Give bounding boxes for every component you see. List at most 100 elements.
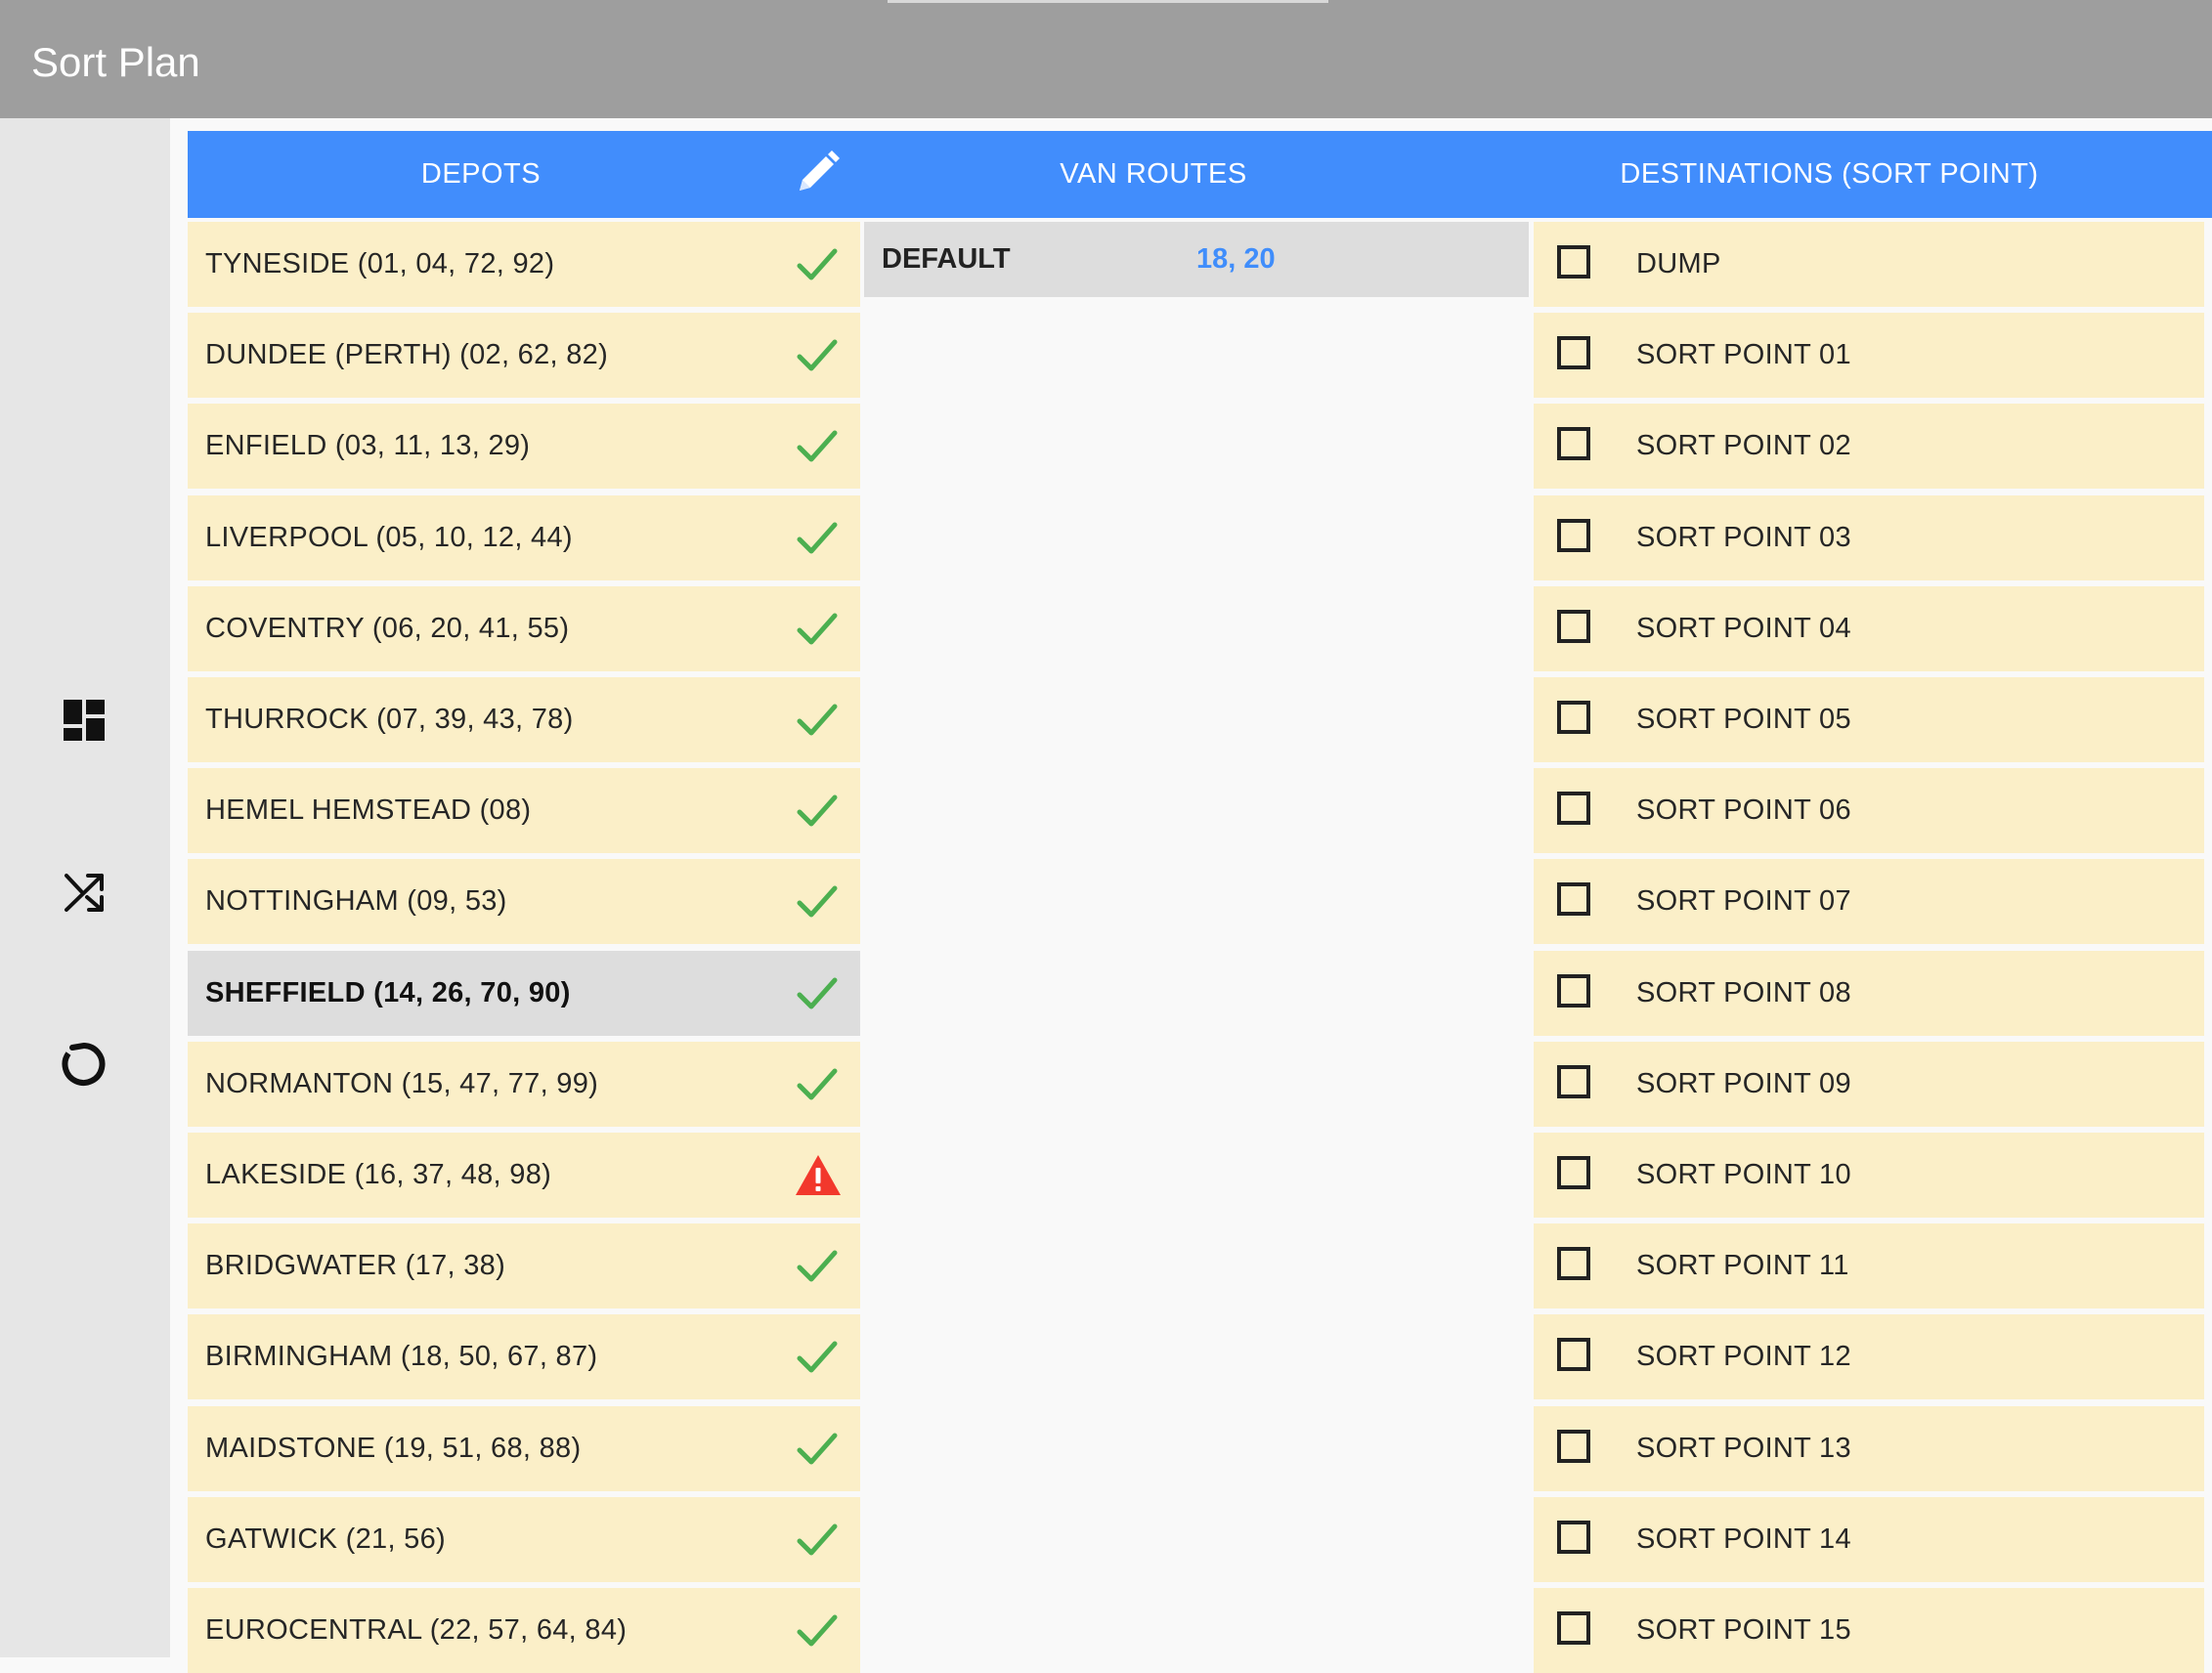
depot-row[interactable]: BRIDGWATER (17, 38) [188,1223,860,1309]
depot-row[interactable]: ENFIELD (03, 11, 13, 29) [188,404,860,490]
window-drag-handle[interactable] [888,0,1328,3]
destination-label: SORT POINT 13 [1636,1432,1851,1464]
checkmark-icon [794,423,841,470]
depot-label: MAIDSTONE (19, 51, 68, 88) [205,1432,582,1464]
destination-label: SORT POINT 04 [1636,612,1851,644]
destination-label: SORT POINT 09 [1636,1067,1851,1099]
depot-label: BRIDGWATER (17, 38) [205,1250,506,1282]
destination-row[interactable]: SORT POINT 01 [1534,313,2204,399]
checkmark-icon [794,1517,841,1564]
header-depots: DEPOTS [188,131,774,218]
checkmark-icon [794,970,841,1017]
warning-icon [794,1152,841,1199]
dashboard-icon[interactable] [59,695,109,746]
destination-label: SORT POINT 15 [1636,1614,1851,1646]
header-destinations: DESTINATIONS (SORT POINT) [1447,131,2212,218]
depot-row[interactable]: LIVERPOOL (05, 10, 12, 44) [188,494,860,580]
depot-row[interactable]: THURROCK (07, 39, 43, 78) [188,677,860,762]
destination-checkbox[interactable] [1557,427,1590,461]
destination-row[interactable]: SORT POINT 14 [1534,1496,2204,1582]
destination-row[interactable]: DUMP [1534,222,2204,307]
destination-label: SORT POINT 12 [1636,1341,1851,1373]
depot-label: TYNESIDE (01, 04, 72, 92) [205,248,555,279]
destination-checkbox[interactable] [1557,518,1590,552]
destination-checkbox[interactable] [1557,1520,1590,1554]
destination-checkbox[interactable] [1557,1338,1590,1372]
checkmark-icon [794,1243,841,1290]
checkmark-icon [794,879,841,925]
depot-label: LAKESIDE (16, 37, 48, 98) [205,1159,552,1190]
app-title: Sort Plan [31,39,200,85]
depot-row[interactable]: SHEFFIELD (14, 26, 70, 90) [188,950,860,1036]
destination-row[interactable]: SORT POINT 10 [1534,1133,2204,1218]
depot-label: SHEFFIELD (14, 26, 70, 90) [205,976,571,1008]
depot-label: EUROCENTRAL (22, 57, 64, 84) [205,1614,628,1646]
checkmark-icon [794,241,841,288]
depot-row[interactable]: DUNDEE (PERTH) (02, 62, 82) [188,313,860,399]
depot-label: HEMEL HEMSTEAD (08) [205,794,532,827]
destination-checkbox[interactable] [1557,609,1590,643]
van-route-row[interactable]: DEFAULT 18, 20 [864,222,1529,297]
destination-checkbox[interactable] [1557,1064,1590,1098]
destination-label: SORT POINT 02 [1636,430,1851,462]
destination-label: SORT POINT 03 [1636,521,1851,553]
van-route-name: DEFAULT [882,243,1011,275]
destination-checkbox[interactable] [1557,1611,1590,1645]
depot-label: ENFIELD (03, 11, 13, 29) [205,430,531,462]
destination-row[interactable]: SORT POINT 07 [1534,859,2204,945]
destination-checkbox[interactable] [1557,1429,1590,1463]
depot-row[interactable]: COVENTRY (06, 20, 41, 55) [188,585,860,671]
depot-label: THURROCK (07, 39, 43, 78) [205,704,574,735]
depot-row[interactable]: EUROCENTRAL (22, 57, 64, 84) [188,1588,860,1673]
destination-label: SORT POINT 01 [1636,339,1851,371]
destination-checkbox[interactable] [1557,245,1590,279]
depot-row[interactable]: MAIDSTONE (19, 51, 68, 88) [188,1405,860,1491]
destination-checkbox[interactable] [1557,336,1590,370]
checkmark-icon [794,1426,841,1473]
destination-row[interactable]: SORT POINT 08 [1534,950,2204,1036]
edit-pencil-icon[interactable] [794,150,841,196]
destination-checkbox[interactable] [1557,1156,1590,1189]
depot-row[interactable]: LAKESIDE (16, 37, 48, 98) [188,1133,860,1218]
van-routes-panel [864,218,1529,1657]
checkmark-icon [794,515,841,562]
destination-row[interactable]: SORT POINT 05 [1534,677,2204,762]
depot-row[interactable]: TYNESIDE (01, 04, 72, 92) [188,222,860,307]
depot-label: DUNDEE (PERTH) (02, 62, 82) [205,339,609,371]
van-route-value: 18, 20 [1196,243,1276,275]
checkmark-icon [794,1061,841,1108]
destination-row[interactable]: SORT POINT 04 [1534,585,2204,671]
depot-label: BIRMINGHAM (18, 50, 67, 87) [205,1341,598,1373]
depot-row[interactable]: GATWICK (21, 56) [188,1496,860,1582]
destination-row[interactable]: SORT POINT 12 [1534,1314,2204,1400]
depot-row[interactable]: HEMEL HEMSTEAD (08) [188,768,860,854]
destination-row[interactable]: SORT POINT 06 [1534,768,2204,854]
destination-checkbox[interactable] [1557,882,1590,917]
sidebar [0,118,170,1657]
destination-row[interactable]: SORT POINT 15 [1534,1588,2204,1673]
header-van-routes: VAN ROUTES [860,131,1447,218]
destination-row[interactable]: SORT POINT 03 [1534,494,2204,580]
destination-checkbox[interactable] [1557,701,1590,734]
destination-label: SORT POINT 06 [1636,794,1851,827]
checkmark-icon [794,1608,841,1654]
destination-label: SORT POINT 14 [1636,1523,1851,1555]
destination-row[interactable]: SORT POINT 11 [1534,1223,2204,1309]
destination-row[interactable]: SORT POINT 09 [1534,1041,2204,1127]
shuffle-icon[interactable] [59,867,109,918]
checkmark-icon [794,1334,841,1381]
destination-row[interactable]: SORT POINT 02 [1534,404,2204,490]
destination-row[interactable]: SORT POINT 13 [1534,1405,2204,1491]
checkmark-icon [794,332,841,379]
destination-checkbox[interactable] [1557,792,1590,826]
depot-row[interactable]: BIRMINGHAM (18, 50, 67, 87) [188,1314,860,1400]
destination-checkbox[interactable] [1557,973,1590,1008]
depot-label: LIVERPOOL (05, 10, 12, 44) [205,521,573,553]
depot-row[interactable]: NORMANTON (15, 47, 77, 99) [188,1041,860,1127]
destination-label: SORT POINT 08 [1636,976,1851,1008]
refresh-icon[interactable] [59,1039,109,1090]
depot-row[interactable]: NOTTINGHAM (09, 53) [188,859,860,945]
destination-label: DUMP [1636,248,1721,279]
destination-checkbox[interactable] [1557,1247,1590,1281]
depot-label: NOTTINGHAM (09, 53) [205,885,507,918]
